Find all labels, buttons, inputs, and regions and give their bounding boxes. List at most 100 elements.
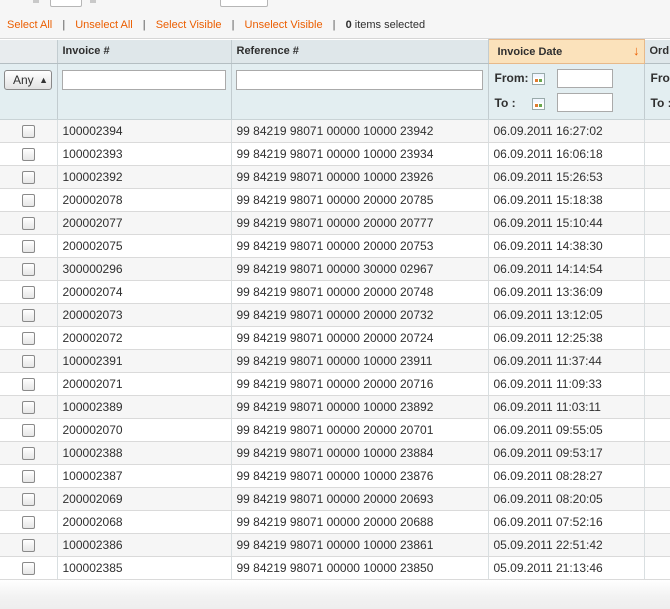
invoice-date-cell: 06.09.2011 15:18:38 (488, 188, 645, 212)
select-all-link[interactable]: Select All (7, 19, 52, 31)
sort-desc-arrow-icon: ↓ (633, 43, 640, 58)
row-checkbox[interactable] (21, 355, 35, 369)
row-checkbox[interactable] (21, 332, 35, 346)
table-row[interactable]: 200002073 99 84219 98071 00000 20000 2073… (0, 303, 670, 327)
reference-number-cell: 99 84219 98071 00000 20000 20724 (231, 326, 489, 350)
pager-strip (0, 0, 670, 9)
row-checkbox-cell (0, 464, 58, 488)
table-row[interactable]: 100002386 99 84219 98071 00000 10000 2386… (0, 533, 670, 557)
reference-number-cell: 99 84219 98071 00000 20000 20753 (231, 234, 489, 258)
row-checkbox[interactable] (21, 447, 35, 461)
table-row[interactable]: 200002070 99 84219 98071 00000 20000 2070… (0, 418, 670, 442)
massaction-any-select[interactable]: Any ▲ (4, 70, 52, 90)
row-checkbox[interactable] (21, 470, 35, 484)
invoice-number-cell: 100002389 (57, 395, 232, 419)
invoice-number-cell: 200002072 (57, 326, 232, 350)
row-checkbox[interactable] (21, 171, 35, 185)
invoice-number-filter-input[interactable] (61, 70, 226, 90)
column-reference-number[interactable]: Reference # (231, 39, 489, 64)
invoice-date-cell: 06.09.2011 09:53:17 (488, 441, 645, 465)
row-checkbox[interactable] (21, 125, 35, 139)
table-row[interactable]: 200002074 99 84219 98071 00000 20000 2074… (0, 280, 670, 304)
column-invoice-number[interactable]: Invoice # (57, 39, 232, 64)
invoice-date-cell: 06.09.2011 13:36:09 (488, 280, 645, 304)
unselect-visible-link[interactable]: Unselect Visible (245, 19, 323, 31)
invoice-date-cell: 06.09.2011 14:14:54 (488, 257, 645, 281)
table-row[interactable]: 200002078 99 84219 98071 00000 20000 2078… (0, 188, 670, 212)
table-row[interactable]: 200002071 99 84219 98071 00000 20000 2071… (0, 372, 670, 396)
row-checkbox[interactable] (21, 562, 35, 576)
table-row[interactable]: 200002077 99 84219 98071 00000 20000 2077… (0, 211, 670, 235)
row-checkbox[interactable] (21, 378, 35, 392)
table-row[interactable]: 200002075 99 84219 98071 00000 20000 2075… (0, 234, 670, 258)
order-cell (644, 441, 670, 465)
table-row[interactable]: 200002072 99 84219 98071 00000 20000 2072… (0, 326, 670, 350)
column-order[interactable]: Ord (644, 39, 670, 64)
grid-filter-row: Any ▲ From: To : Fro To : (0, 63, 670, 120)
reference-number-filter-input[interactable] (235, 70, 483, 90)
row-checkbox[interactable] (21, 309, 35, 323)
reference-number-cell: 99 84219 98071 00000 20000 20785 (231, 188, 489, 212)
reference-number-cell: 99 84219 98071 00000 20000 20688 (231, 510, 489, 534)
column-invoice-label: Invoice # (62, 45, 110, 58)
reference-number-cell: 99 84219 98071 00000 20000 20732 (231, 303, 489, 327)
table-row[interactable]: 100002391 99 84219 98071 00000 10000 2391… (0, 349, 670, 373)
reference-number-cell: 99 84219 98071 00000 20000 20748 (231, 280, 489, 304)
order-to-label: To : (650, 96, 670, 110)
row-checkbox[interactable] (21, 148, 35, 162)
unselect-all-link[interactable]: Unselect All (75, 19, 132, 31)
order-cell (644, 349, 670, 373)
selected-label: items selected (354, 19, 426, 31)
row-checkbox-cell (0, 395, 58, 419)
order-cell (644, 464, 670, 488)
row-checkbox[interactable] (21, 194, 35, 208)
order-cell (644, 326, 670, 350)
order-cell (644, 211, 670, 235)
row-checkbox-cell (0, 257, 58, 281)
row-checkbox-cell (0, 533, 58, 557)
calendar-icon[interactable] (531, 98, 545, 110)
row-checkbox[interactable] (21, 516, 35, 530)
row-checkbox[interactable] (21, 424, 35, 438)
date-from-input[interactable] (556, 69, 613, 88)
grid-headings: Invoice # Reference # Invoice Date ↓ Ord (0, 39, 670, 64)
table-row[interactable]: 100002392 99 84219 98071 00000 10000 2392… (0, 165, 670, 189)
pager-limit-select[interactable] (220, 0, 268, 7)
column-invoice-date[interactable]: Invoice Date ↓ (487, 39, 645, 64)
table-row[interactable]: 100002388 99 84219 98071 00000 10000 2388… (0, 441, 670, 465)
invoice-number-cell: 100002385 (57, 556, 232, 580)
order-cell (644, 165, 670, 189)
row-checkbox[interactable] (21, 493, 35, 507)
table-row[interactable]: 200002069 99 84219 98071 00000 20000 2069… (0, 487, 670, 511)
pager-page-input[interactable] (50, 0, 82, 7)
row-checkbox[interactable] (21, 240, 35, 254)
row-checkbox[interactable] (21, 286, 35, 300)
table-row[interactable]: 100002387 99 84219 98071 00000 10000 2387… (0, 464, 670, 488)
reference-number-cell: 99 84219 98071 00000 10000 23884 (231, 441, 489, 465)
reference-number-cell: 99 84219 98071 00000 10000 23926 (231, 165, 489, 189)
invoice-number-cell: 100002387 (57, 464, 232, 488)
order-cell (644, 142, 670, 166)
date-to-input[interactable] (556, 93, 613, 112)
invoice-number-cell: 200002075 (57, 234, 232, 258)
row-checkbox[interactable] (21, 263, 35, 277)
selected-count: 0 (345, 19, 352, 31)
table-row[interactable]: 100002394 99 84219 98071 00000 10000 2394… (0, 119, 670, 143)
table-row[interactable]: 300000296 99 84219 98071 00000 30000 0296… (0, 257, 670, 281)
table-row[interactable]: 200002068 99 84219 98071 00000 20000 2068… (0, 510, 670, 534)
reference-number-cell: 99 84219 98071 00000 10000 23942 (231, 119, 489, 143)
row-checkbox-cell (0, 188, 58, 212)
order-cell (644, 280, 670, 304)
calendar-icon[interactable] (531, 73, 545, 85)
select-visible-link[interactable]: Select Visible (156, 19, 222, 31)
table-row[interactable]: 100002389 99 84219 98071 00000 10000 2389… (0, 395, 670, 419)
row-checkbox-cell (0, 556, 58, 580)
pager-next-arrow-icon[interactable] (90, 0, 96, 3)
table-row[interactable]: 100002393 99 84219 98071 00000 10000 2393… (0, 142, 670, 166)
row-checkbox[interactable] (21, 401, 35, 415)
invoice-date-cell: 06.09.2011 15:26:53 (488, 165, 645, 189)
table-row[interactable]: 100002385 99 84219 98071 00000 10000 2385… (0, 556, 670, 580)
pager-prev-arrow-icon[interactable] (33, 0, 39, 3)
row-checkbox[interactable] (21, 539, 35, 553)
row-checkbox[interactable] (21, 217, 35, 231)
